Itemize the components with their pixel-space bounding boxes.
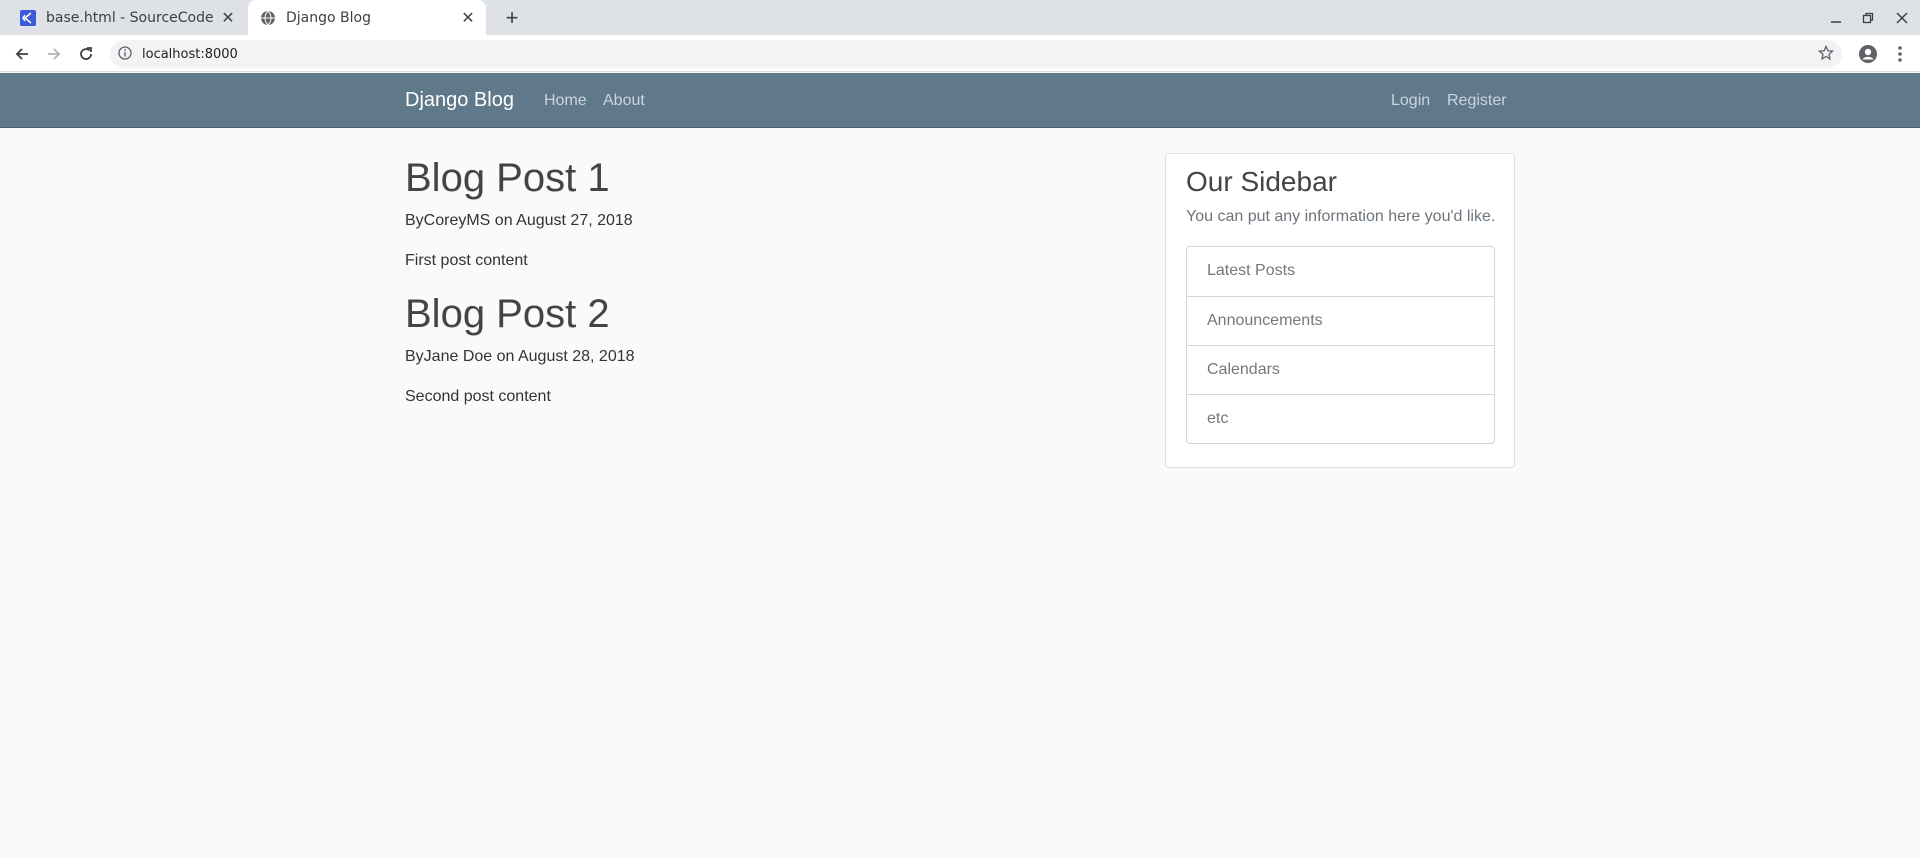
url-text: localhost:8000 (142, 47, 238, 62)
sidebar-item-etc[interactable]: etc (1187, 394, 1494, 443)
vscode-icon (20, 9, 36, 26)
site-navbar: Django Blog Home About Login Register (0, 73, 1920, 128)
minimize-icon[interactable] (1820, 0, 1852, 35)
close-tab-icon[interactable]: ✕ (456, 8, 480, 27)
reload-icon[interactable] (72, 40, 100, 68)
post-title[interactable]: Blog Post 1 (405, 158, 610, 198)
profile-avatar-icon[interactable] (1854, 40, 1882, 68)
post-meta: ByCoreyMS on August 27, 2018 (405, 212, 633, 229)
globe-icon (260, 10, 276, 26)
nav-link-login[interactable]: Login (1391, 92, 1430, 110)
close-window-icon[interactable] (1886, 0, 1918, 35)
address-bar[interactable]: localhost:8000 (110, 40, 1842, 68)
blog-post: Blog Post 2 ByJane Doe on August 28, 201… (405, 294, 635, 405)
browser-menu-icon[interactable] (1886, 40, 1914, 68)
post-content: First post content (405, 252, 528, 269)
post-title[interactable]: Blog Post 2 (405, 294, 610, 334)
sidebar-title: Our Sidebar (1186, 166, 1337, 197)
browser-tab-sourcecode[interactable]: base.html - SourceCode - ✕ (8, 0, 246, 35)
post-content: Second post content (405, 388, 551, 405)
browser-tab-django-blog[interactable]: Django Blog ✕ (248, 0, 486, 35)
sidebar-list: Latest Posts Announcements Calendars etc (1186, 246, 1495, 444)
back-arrow-icon[interactable] (8, 40, 36, 68)
new-tab-button[interactable]: + (498, 4, 526, 32)
browser-toolbar: localhost:8000 (0, 35, 1920, 72)
restore-icon[interactable] (1852, 0, 1884, 35)
sidebar-text: You can put any information here you'd l… (1186, 208, 1496, 225)
forward-arrow-icon[interactable] (40, 40, 68, 68)
nav-link-about[interactable]: About (603, 92, 645, 110)
sidebar-item-announcements[interactable]: Announcements (1187, 296, 1494, 345)
post-meta: ByJane Doe on August 28, 2018 (405, 348, 635, 365)
tab-title: Django Blog (286, 9, 371, 26)
browser-tab-strip: base.html - SourceCode - ✕ Django Blog ✕… (0, 0, 1920, 35)
sidebar-item-calendars[interactable]: Calendars (1187, 345, 1494, 394)
info-icon[interactable] (118, 46, 132, 65)
site-brand[interactable]: Django Blog (405, 89, 514, 112)
bookmark-star-icon[interactable] (1817, 44, 1835, 66)
sidebar-item-latest-posts[interactable]: Latest Posts (1187, 247, 1494, 296)
nav-link-register[interactable]: Register (1447, 92, 1507, 110)
blog-post: Blog Post 1 ByCoreyMS on August 27, 2018… (405, 158, 633, 269)
nav-link-home[interactable]: Home (544, 92, 587, 110)
tab-title: base.html - SourceCode - (46, 9, 216, 26)
sidebar: Our Sidebar You can put any information … (1165, 153, 1515, 468)
close-tab-icon[interactable]: ✕ (216, 8, 240, 27)
